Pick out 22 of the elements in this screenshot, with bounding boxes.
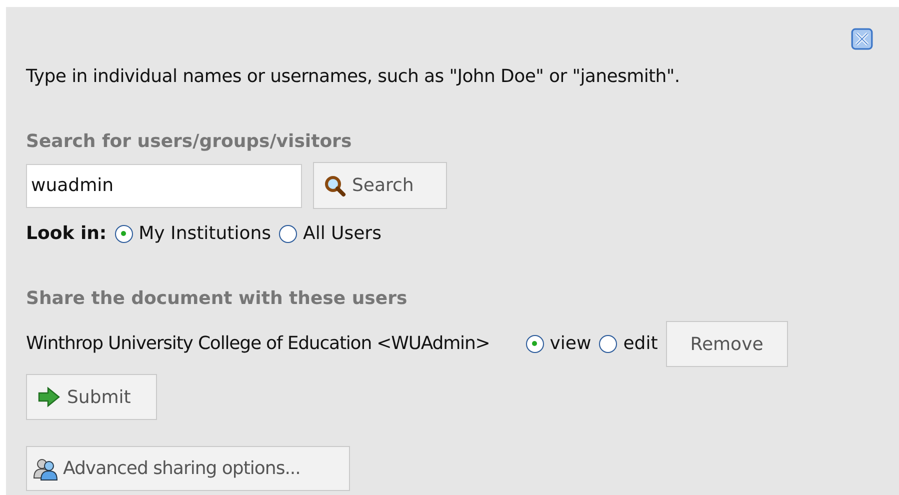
radio-button[interactable] <box>279 225 298 243</box>
section-heading: Search for users/groups/visitors <box>26 131 352 153</box>
radio-label[interactable]: view <box>550 333 592 355</box>
radio-button[interactable] <box>114 225 133 243</box>
instructions-text: Type in individual names or usernames, such as "John Doe" or "janesmith". <box>26 66 680 88</box>
radio-label[interactable]: edit <box>623 333 658 355</box>
look-in-label: Look in: <box>26 223 107 245</box>
radio-label[interactable]: My Institutions <box>138 223 272 245</box>
search-icon <box>324 174 346 196</box>
advanced-sharing-button[interactable]: Advanced sharing options... <box>26 446 350 491</box>
arrow-icon <box>37 386 61 408</box>
radio-label[interactable]: All Users <box>303 223 382 245</box>
user-name: Winthrop University College of Education <WUAdmin> <box>26 333 490 355</box>
radio-button[interactable] <box>599 335 618 353</box>
users-icon <box>33 456 59 480</box>
close-icon[interactable] <box>851 28 873 50</box>
remove-button[interactable]: Remove <box>666 321 788 367</box>
search-field[interactable]: wuadmin <box>26 164 302 208</box>
section-heading: Share the document with these users <box>26 288 408 310</box>
radio-button[interactable] <box>526 335 544 353</box>
search-button[interactable]: Search <box>313 162 447 209</box>
submit-button[interactable]: Submit <box>26 374 157 420</box>
